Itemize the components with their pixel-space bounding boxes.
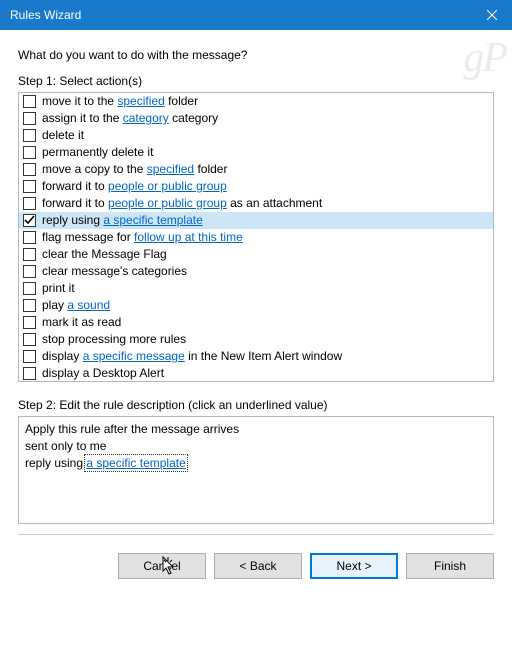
action-label: clear message's categories: [42, 263, 187, 280]
action-label: clear the Message Flag: [42, 246, 167, 263]
action-row[interactable]: display a specific message in the New It…: [19, 348, 493, 365]
action-checkbox[interactable]: [23, 316, 36, 329]
cancel-button[interactable]: Cancel: [118, 553, 206, 579]
action-label: display a Desktop Alert: [42, 365, 164, 382]
action-label: display a specific message in the New It…: [42, 348, 342, 365]
action-row[interactable]: delete it: [19, 127, 493, 144]
action-label: reply using a specific template: [42, 212, 203, 229]
action-checkbox[interactable]: [23, 333, 36, 346]
action-checkbox[interactable]: [23, 231, 36, 244]
action-row[interactable]: reply using a specific template: [19, 212, 493, 229]
step2-label: Step 2: Edit the rule description (click…: [18, 398, 494, 412]
action-link[interactable]: follow up at this time: [134, 230, 243, 244]
action-link[interactable]: a specific message: [83, 349, 185, 363]
action-checkbox[interactable]: [23, 367, 36, 380]
action-label: flag message for follow up at this time: [42, 229, 243, 246]
description-line: sent only to me: [25, 438, 487, 455]
action-label: play a sound: [42, 297, 110, 314]
action-label: assign it to the category category: [42, 110, 218, 127]
action-link[interactable]: specified: [147, 162, 194, 176]
action-label: permanently delete it: [42, 144, 153, 161]
action-label: mark it as read: [42, 314, 121, 331]
action-link[interactable]: category: [123, 111, 169, 125]
action-row[interactable]: move it to the specified folder: [19, 93, 493, 110]
action-row[interactable]: mark it as read: [19, 314, 493, 331]
description-line: reply using a specific template: [25, 455, 487, 472]
action-row[interactable]: permanently delete it: [19, 144, 493, 161]
action-checkbox[interactable]: [23, 282, 36, 295]
action-row[interactable]: display a Desktop Alert: [19, 365, 493, 382]
action-checkbox[interactable]: [23, 299, 36, 312]
separator: [18, 534, 494, 535]
action-row[interactable]: clear message's categories: [19, 263, 493, 280]
back-button[interactable]: < Back: [214, 553, 302, 579]
action-row[interactable]: flag message for follow up at this time: [19, 229, 493, 246]
close-icon: [487, 10, 497, 20]
action-checkbox[interactable]: [23, 95, 36, 108]
action-row[interactable]: clear the Message Flag: [19, 246, 493, 263]
action-link[interactable]: a specific template: [103, 213, 202, 227]
action-checkbox[interactable]: [23, 214, 36, 227]
action-label: print it: [42, 280, 75, 297]
rule-description-box[interactable]: Apply this rule after the message arrive…: [18, 416, 494, 524]
action-row[interactable]: move a copy to the specified folder: [19, 161, 493, 178]
action-checkbox[interactable]: [23, 265, 36, 278]
action-checkbox[interactable]: [23, 197, 36, 210]
wizard-prompt: What do you want to do with the message?: [18, 48, 494, 62]
action-checkbox[interactable]: [23, 350, 36, 363]
action-row[interactable]: play a sound: [19, 297, 493, 314]
action-link[interactable]: specified: [117, 94, 164, 108]
action-link[interactable]: a sound: [67, 298, 110, 312]
finish-button[interactable]: Finish: [406, 553, 494, 579]
action-row[interactable]: forward it to people or public group as …: [19, 195, 493, 212]
action-row[interactable]: assign it to the category category: [19, 110, 493, 127]
action-row[interactable]: forward it to people or public group: [19, 178, 493, 195]
description-link[interactable]: a specific template: [86, 456, 185, 470]
action-label: forward it to people or public group: [42, 178, 227, 195]
title-bar: Rules Wizard: [0, 0, 512, 30]
next-button[interactable]: Next >: [310, 553, 398, 579]
action-row[interactable]: stop processing more rules: [19, 331, 493, 348]
close-button[interactable]: [472, 0, 512, 30]
action-checkbox[interactable]: [23, 112, 36, 125]
action-row[interactable]: print it: [19, 280, 493, 297]
action-checkbox[interactable]: [23, 163, 36, 176]
action-link[interactable]: people or public group: [108, 196, 227, 210]
action-checkbox[interactable]: [23, 129, 36, 142]
action-link[interactable]: people or public group: [108, 179, 227, 193]
actions-listbox[interactable]: move it to the specified folderassign it…: [18, 92, 494, 382]
description-line: Apply this rule after the message arrive…: [25, 421, 487, 438]
action-label: stop processing more rules: [42, 331, 186, 348]
action-checkbox[interactable]: [23, 180, 36, 193]
action-checkbox[interactable]: [23, 248, 36, 261]
action-label: forward it to people or public group as …: [42, 195, 322, 212]
action-label: delete it: [42, 127, 84, 144]
window-title: Rules Wizard: [10, 8, 472, 22]
action-label: move it to the specified folder: [42, 93, 198, 110]
step1-label: Step 1: Select action(s): [18, 74, 494, 88]
button-row: Cancel < Back Next > Finish: [0, 553, 512, 591]
action-label: move a copy to the specified folder: [42, 161, 227, 178]
action-checkbox[interactable]: [23, 146, 36, 159]
